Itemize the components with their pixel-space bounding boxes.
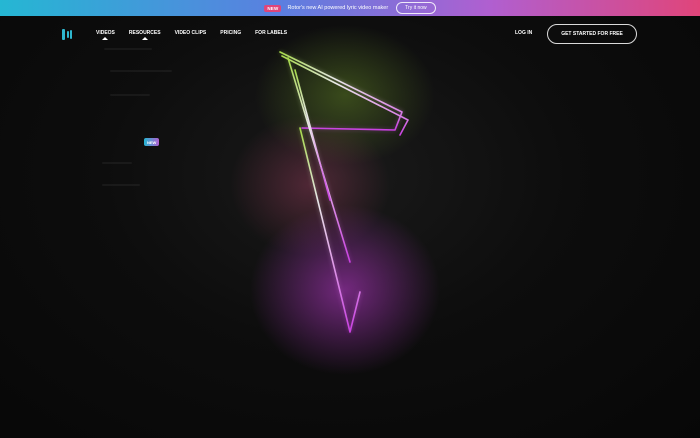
neon-hero-graphic <box>230 25 440 375</box>
page: NEW Rotor's new AI powered lyric video m… <box>0 0 700 438</box>
